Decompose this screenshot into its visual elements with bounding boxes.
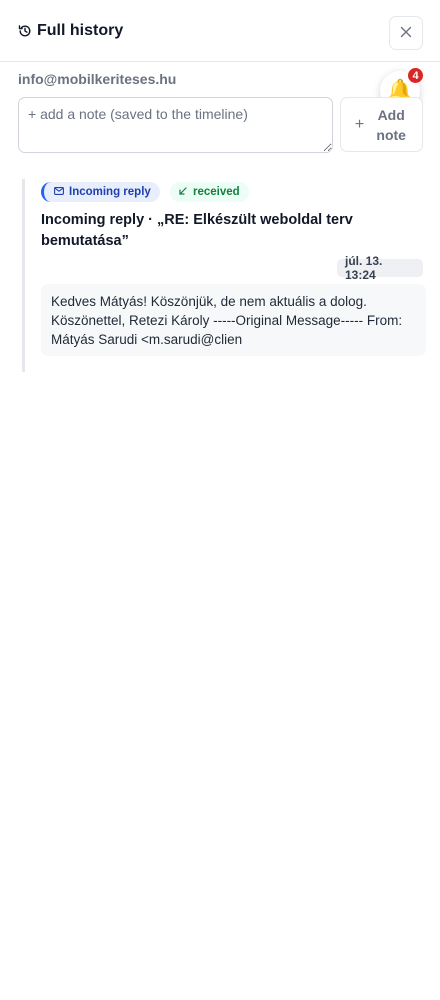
entry-title: Incoming reply · „RE: Elkészült weboldal… xyxy=(41,212,353,249)
history-icon xyxy=(18,24,32,38)
note-input[interactable] xyxy=(18,97,333,153)
type-badge: Incoming reply xyxy=(41,182,160,202)
add-note-button[interactable]: + Add note xyxy=(340,97,423,152)
timeline: Incoming reply received Incoming reply ·… xyxy=(22,179,426,372)
panel-header: Full history xyxy=(0,0,440,62)
entry-timestamp: júl. 13. 13:24 xyxy=(337,254,423,282)
close-button[interactable] xyxy=(389,16,423,50)
plus-icon: + xyxy=(354,115,365,133)
add-note-label: Add note xyxy=(376,106,406,143)
close-icon xyxy=(400,26,412,41)
type-badge-label: Incoming reply xyxy=(69,186,151,198)
header-title-group: Full history xyxy=(18,22,123,40)
status-badge-label: received xyxy=(193,186,240,198)
mail-icon xyxy=(54,186,64,198)
status-badge: received xyxy=(170,182,249,202)
page-title: Full history xyxy=(37,22,124,39)
arrow-down-left-icon xyxy=(179,186,187,198)
notification-count-badge: 4 xyxy=(406,66,425,85)
entry-body: Kedves Mátyás! Köszönjük, de nem aktuáli… xyxy=(41,284,426,356)
contact-email: info@mobilkeriteses.hu xyxy=(18,71,177,87)
